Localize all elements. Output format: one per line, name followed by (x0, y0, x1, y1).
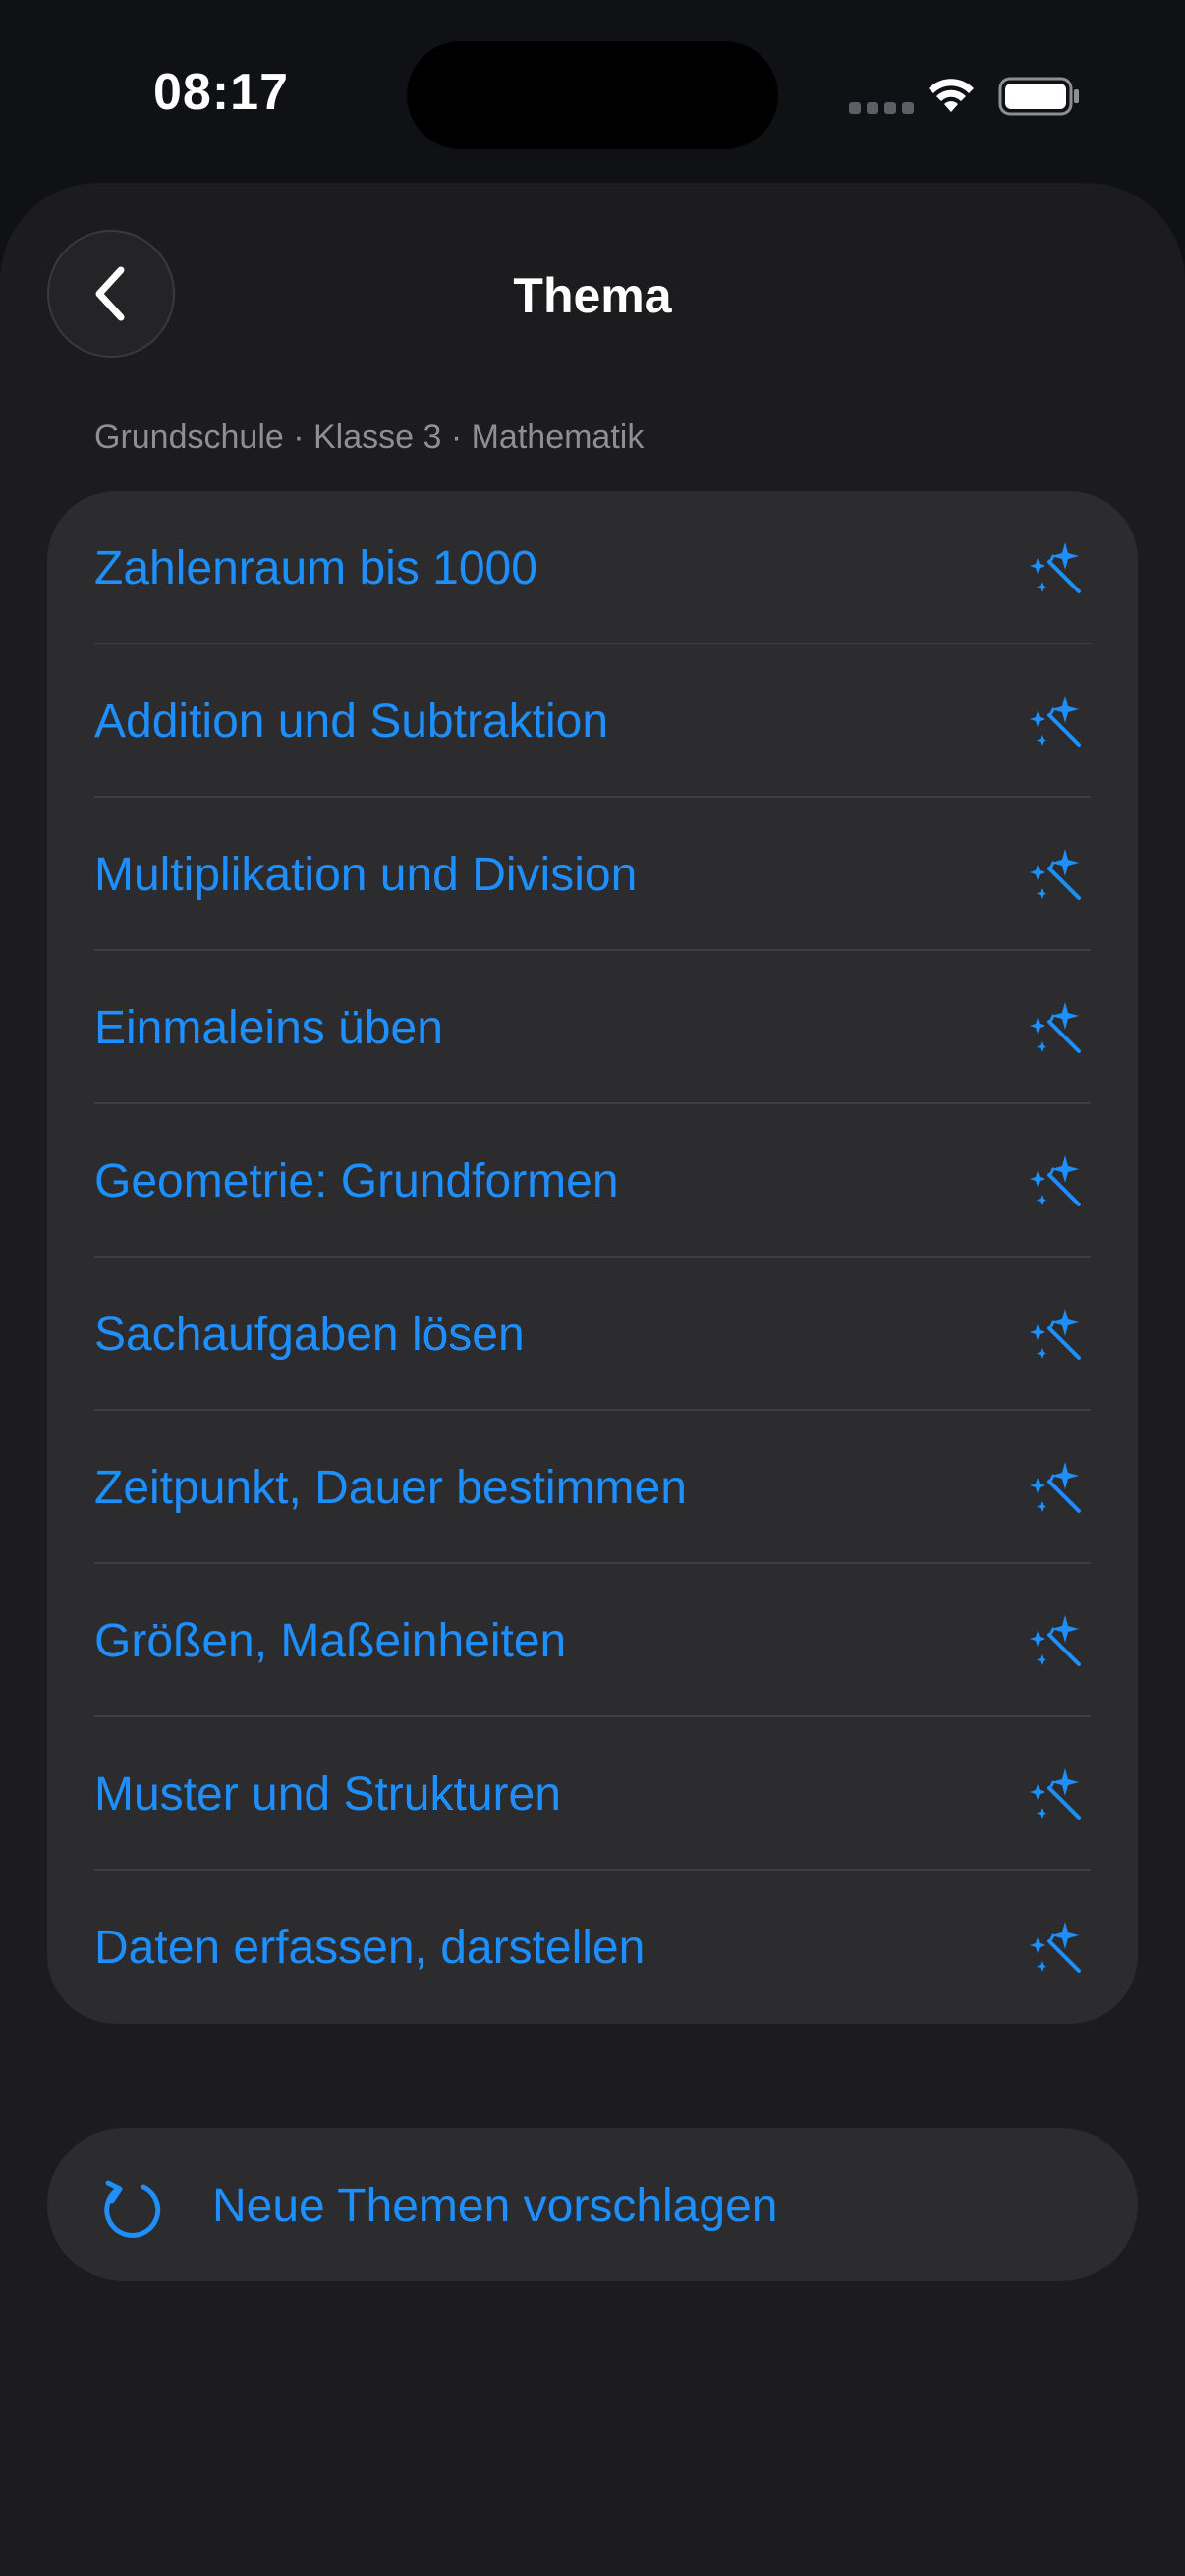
magic-wand-icon (1030, 1922, 1081, 1973)
topic-item[interactable]: Daten erfassen, darstellen (47, 1871, 1138, 2024)
nav-bar: Thema (0, 183, 1185, 379)
wifi-icon (929, 79, 974, 112)
cellular-signal-icon (849, 102, 914, 114)
topic-label: Sachaufgaben lösen (94, 1308, 525, 1361)
topic-item[interactable]: Multiplikation und Division (47, 798, 1138, 951)
suggest-topics-label: Neue Themen vorschlagen (212, 2180, 778, 2232)
topic-item[interactable]: Zahlenraum bis 1000 (47, 491, 1138, 644)
magic-wand-icon (1030, 696, 1081, 747)
page-title: Thema (513, 268, 672, 323)
magic-wand-icon (1030, 1768, 1081, 1820)
status-bar: 08:17 (0, 0, 1185, 177)
magic-wand-icon (1030, 1615, 1081, 1666)
topic-label: Einmaleins üben (94, 1001, 443, 1054)
battery-icon (998, 77, 1079, 116)
topic-label: Muster und Strukturen (94, 1767, 561, 1820)
magic-wand-icon (1030, 542, 1081, 593)
topic-item[interactable]: Geometrie: Grundformen (47, 1104, 1138, 1258)
topic-item[interactable]: Einmaleins üben (47, 951, 1138, 1104)
topic-item[interactable]: Sachaufgaben lösen (47, 1258, 1138, 1411)
status-time: 08:17 (153, 64, 289, 121)
topic-sheet: Thema Grundschule · Klasse 3 · Mathemati… (0, 183, 1185, 2576)
magic-wand-icon (1030, 1155, 1081, 1206)
topic-item[interactable]: Zeitpunkt, Dauer bestimmen (47, 1411, 1138, 1564)
topic-item[interactable]: Muster und Strukturen (47, 1717, 1138, 1871)
refresh-icon (104, 2180, 161, 2238)
topic-label: Zahlenraum bis 1000 (94, 541, 537, 594)
topic-label: Addition und Subtraktion (94, 695, 609, 748)
topic-label: Daten erfassen, darstellen (94, 1921, 646, 1974)
topic-list: Zahlenraum bis 1000 Addition und Subtrak… (47, 491, 1138, 2024)
breadcrumb: Grundschule · Klasse 3 · Mathematik (94, 419, 645, 456)
suggest-topics-button[interactable]: Neue Themen vorschlagen (47, 2128, 1138, 2281)
topic-label: Geometrie: Grundformen (94, 1154, 619, 1207)
magic-wand-icon (1030, 1462, 1081, 1513)
magic-wand-icon (1030, 1002, 1081, 1053)
magic-wand-icon (1030, 1309, 1081, 1360)
topic-label: Größen, Maßeinheiten (94, 1614, 567, 1667)
topic-label: Zeitpunkt, Dauer bestimmen (94, 1461, 687, 1514)
dynamic-island (407, 41, 778, 149)
topic-label: Multiplikation und Division (94, 848, 638, 901)
magic-wand-icon (1030, 849, 1081, 900)
topic-item[interactable]: Größen, Maßeinheiten (47, 1564, 1138, 1717)
topic-item[interactable]: Addition und Subtraktion (47, 644, 1138, 798)
